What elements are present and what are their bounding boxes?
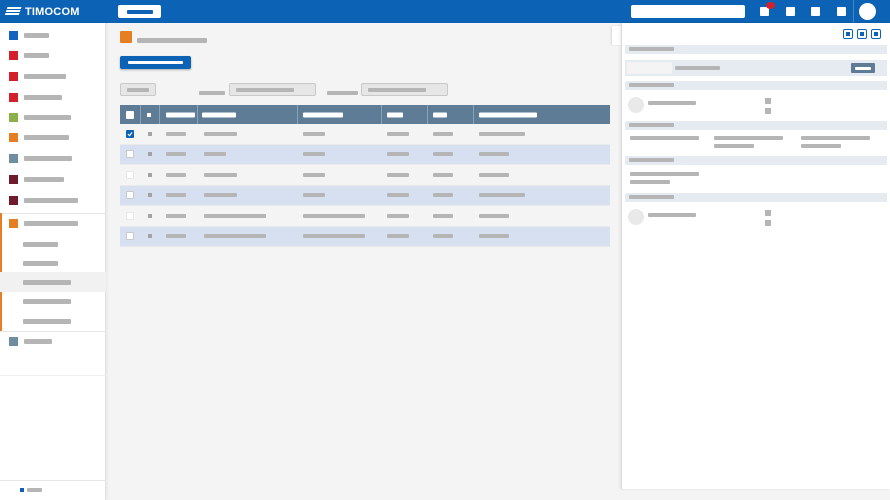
module-icon — [9, 195, 18, 205]
top-bar: TIMOCOM — [0, 0, 890, 23]
data-table — [120, 105, 610, 247]
footer-icon — [20, 488, 24, 492]
contact-avatar — [628, 209, 644, 225]
module-icon — [9, 153, 18, 163]
primary-action-button[interactable] — [120, 56, 191, 69]
panel-section-header — [625, 121, 887, 130]
sidebar-footer[interactable] — [20, 488, 42, 492]
panel-section-header — [625, 156, 887, 165]
panel-input[interactable] — [627, 62, 672, 74]
search-input[interactable] — [631, 5, 745, 18]
logo-stripes-icon — [4, 7, 22, 16]
filter-label — [199, 87, 225, 99]
topbar-divider — [853, 0, 854, 23]
page-icon — [120, 31, 132, 43]
sidebar-item[interactable] — [0, 87, 106, 107]
select-all-checkbox[interactable] — [126, 110, 134, 119]
filter-select[interactable] — [229, 83, 316, 96]
table-row[interactable] — [120, 124, 610, 145]
module-icon — [9, 92, 18, 102]
sidebar-item[interactable] — [0, 127, 106, 147]
notification-badge — [766, 2, 775, 9]
contact-icon[interactable] — [765, 210, 771, 216]
sidebar-item[interactable] — [0, 190, 106, 210]
detail-panel — [621, 23, 890, 489]
filter-select[interactable] — [361, 83, 448, 96]
module-icon — [9, 30, 18, 40]
sidebar-subitem-selected[interactable] — [0, 272, 106, 292]
sidebar-item-active-group[interactable] — [0, 213, 106, 233]
table-row[interactable] — [120, 165, 610, 186]
table-row[interactable] — [120, 206, 610, 227]
module-icon — [9, 218, 18, 228]
sidebar-subitem[interactable] — [0, 253, 106, 273]
sidebar-subitem[interactable] — [0, 234, 106, 254]
brand-name: TIMOCOM — [25, 5, 80, 18]
module-icon — [9, 50, 18, 60]
panel-section-header — [625, 81, 887, 90]
panel-action-icon[interactable] — [843, 29, 853, 39]
column-header[interactable] — [166, 112, 195, 117]
contact-avatar — [628, 97, 644, 113]
panel-search-row — [625, 60, 887, 76]
panel-section-header — [625, 45, 887, 54]
app-switcher-button[interactable] — [118, 5, 161, 18]
panel-action-icon[interactable] — [857, 29, 867, 39]
user-avatar[interactable] — [859, 3, 876, 20]
row-checkbox-checked[interactable] — [126, 129, 134, 138]
contact-icon[interactable] — [765, 220, 771, 226]
row-checkbox[interactable] — [126, 232, 134, 241]
column-header[interactable] — [433, 112, 447, 117]
sidebar-item[interactable] — [0, 45, 106, 65]
row-checkbox[interactable] — [126, 170, 134, 179]
menu-square-icon[interactable] — [786, 7, 795, 16]
table-row[interactable] — [120, 144, 610, 165]
module-icon — [9, 132, 18, 142]
sidebar-item[interactable] — [0, 107, 106, 127]
column-header[interactable] — [147, 112, 151, 117]
panel-search-button[interactable] — [851, 63, 875, 73]
sidebar-item[interactable] — [0, 148, 106, 168]
menu-square-icon[interactable] — [811, 7, 820, 16]
row-checkbox[interactable] — [126, 191, 134, 200]
sidebar — [0, 23, 106, 500]
sidebar-item[interactable] — [0, 66, 106, 86]
page-title — [137, 34, 207, 46]
column-header[interactable] — [479, 112, 537, 117]
menu-square-icon[interactable] — [837, 7, 846, 16]
sidebar-item[interactable] — [0, 25, 106, 45]
column-header[interactable] — [387, 112, 403, 117]
column-header[interactable] — [202, 112, 236, 117]
table-header — [120, 105, 610, 124]
table-row[interactable] — [120, 185, 610, 206]
sidebar-subitem[interactable] — [0, 291, 106, 311]
filter-label — [327, 87, 358, 99]
sidebar-item[interactable] — [0, 331, 106, 351]
table-row[interactable] — [120, 226, 610, 247]
panel-section-header — [625, 193, 887, 202]
filter-button[interactable] — [120, 83, 156, 96]
module-icon — [9, 112, 18, 122]
module-icon — [9, 174, 18, 184]
row-checkbox[interactable] — [126, 150, 134, 159]
module-icon — [9, 71, 18, 81]
column-header[interactable] — [303, 112, 343, 117]
contact-icon[interactable] — [765, 108, 771, 114]
sidebar-subitem[interactable] — [0, 311, 106, 331]
row-checkbox[interactable] — [126, 211, 134, 220]
contact-icon[interactable] — [765, 98, 771, 104]
panel-action-icon[interactable] — [871, 29, 881, 39]
sidebar-item[interactable] — [0, 169, 106, 189]
timocom-logo[interactable]: TIMOCOM — [4, 4, 80, 19]
module-icon — [9, 336, 18, 346]
